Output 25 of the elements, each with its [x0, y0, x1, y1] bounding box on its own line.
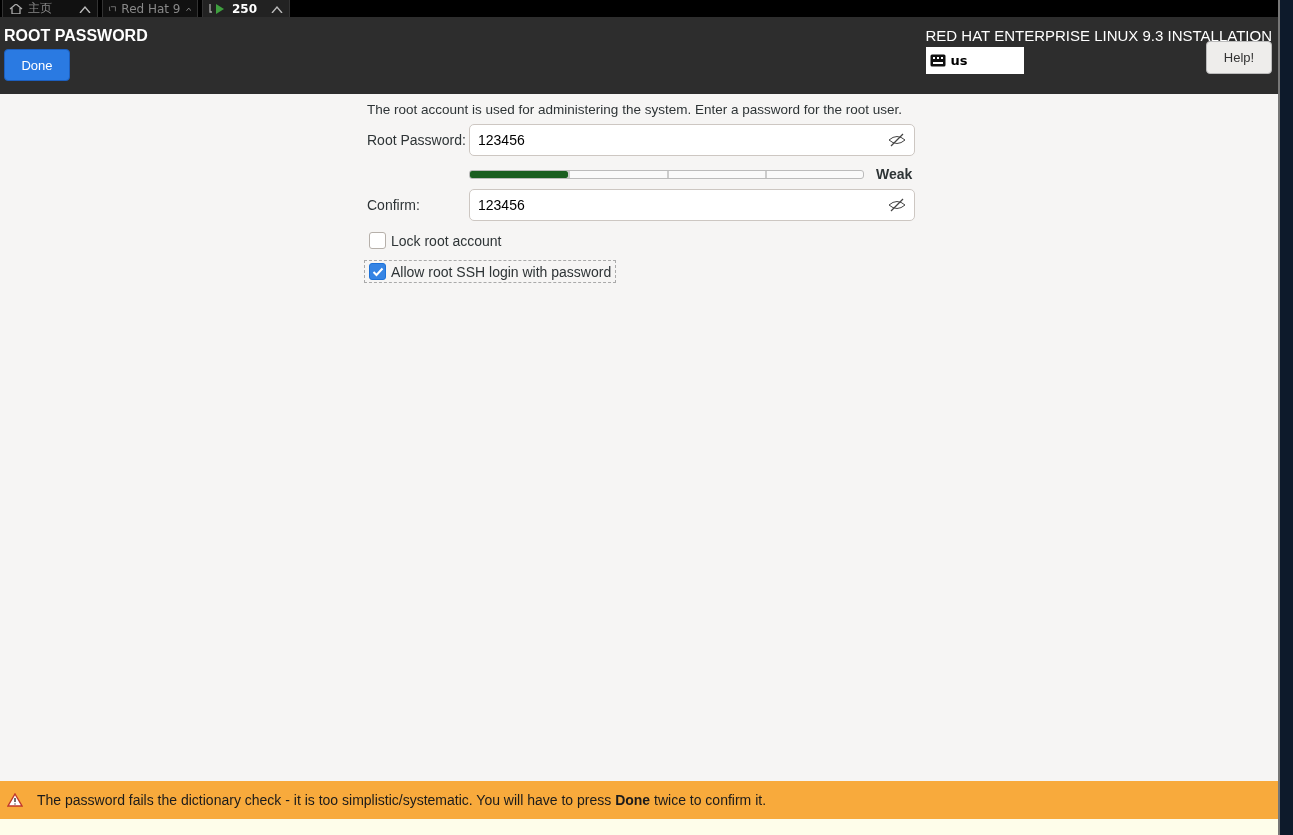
strength-reading: Weak [876, 166, 913, 182]
field-label: Confirm: [367, 197, 421, 213]
hidden-eye-icon[interactable] [888, 198, 906, 212]
vm-tab[interactable]: 250 [202, 0, 290, 17]
done-button[interactable]: Done [4, 49, 70, 81]
page-title: ROOT PASSWORD [4, 27, 148, 45]
password-field[interactable]: 123456 [469, 124, 915, 156]
vm-tab[interactable]: Red Hat 9 [102, 0, 198, 17]
warning-message: The password fails the dictionary check - it is too simplistic/systematic. You will have to press Done twice to confirm it. [37, 792, 767, 808]
checkbox[interactable] [369, 263, 386, 280]
intro-text: The root account is used for administering the system. Enter a password for the root user. [367, 102, 902, 117]
field-label: Root Password: [367, 132, 467, 148]
keyboard-icon [929, 54, 946, 67]
keyboard-layout-field[interactable]: us [925, 47, 1024, 74]
checkbox-option[interactable]: Allow root SSH login with password [364, 260, 617, 283]
vm-tab[interactable]: 主页 [2, 0, 98, 17]
checkbox-option[interactable]: Lock root account [364, 229, 507, 252]
confirm-field[interactable]: 123456 [469, 189, 915, 221]
product-title: RED HAT ENTERPRISE LINUX 9.3 INSTALLATION [925, 27, 1272, 44]
checkbox[interactable] [369, 232, 386, 249]
window-icon [109, 3, 117, 14]
help-button[interactable]: Help! [1206, 41, 1272, 74]
home-icon [9, 3, 23, 14]
hidden-eye-icon[interactable] [888, 133, 906, 147]
warning-icon [7, 793, 23, 807]
